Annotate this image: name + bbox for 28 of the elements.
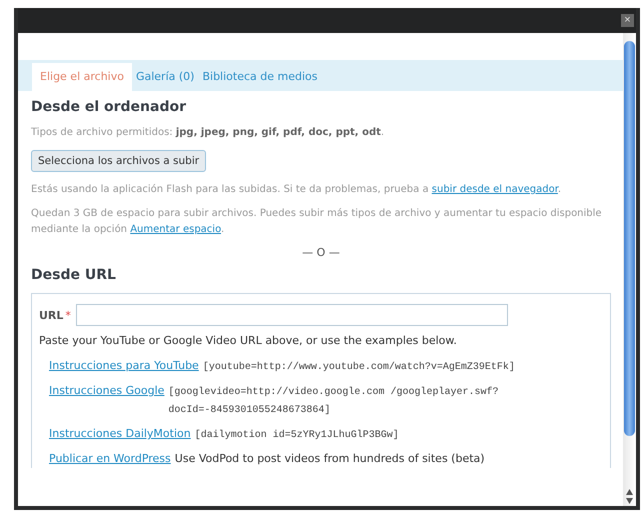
hint-text: Paste your YouTube or Google Video URL above, or use the examples below. (39, 334, 458, 347)
select-files-button[interactable]: Selecciona los archivos a subir (31, 150, 206, 172)
embed-code: [dailymotion id=5zYRy1JLhuGlP3BGw] (194, 428, 399, 443)
info-text: Estás usando la aplicación Flash para las subidas. Si te da problemas, prueba a subir desde el navegador. (31, 183, 562, 197)
scroll-up-icon[interactable] (626, 489, 633, 495)
info-text: Quedan 3 GB de espacio para subir archivos. Puedes subir más tipos de archivo y aumentar tu espacio disponible mediante la opción Aumentar espacio. (31, 207, 603, 237)
section-heading: Desde el ordenador (31, 99, 188, 115)
url-label: URL (39, 308, 64, 322)
example-link[interactable]: Publicar en WordPress (49, 450, 171, 468)
required-mark: * (65, 308, 71, 322)
embed-code: [googlevideo=http://video.google.com /googleplayer.swf?docId=-8459301055248673864] (168, 386, 500, 418)
example-link[interactable]: Instrucciones DailyMotion (49, 425, 191, 443)
section-heading: Desde URL (31, 267, 117, 283)
example-link[interactable]: Instrucciones Google (49, 382, 164, 400)
close-button[interactable]: × (621, 14, 634, 27)
text-link[interactable]: Aumentar espacio (130, 224, 222, 235)
embed-code: [youtube=http://www.youtube.com/watch?v=AgEmZ39EtFk] (202, 360, 515, 375)
text-link[interactable]: subir desde el navegador (432, 184, 558, 195)
example-note: Use VodPod to post videos from hundreds of sites (beta) (174, 451, 485, 467)
file-types-text: Tipos de archivo permitidos: jpg, jpeg, png, gif, pdf, doc, ppt, odt. (31, 126, 386, 140)
url-input-field[interactable] (76, 304, 508, 326)
tab[interactable]: Elige el archivo (32, 63, 132, 91)
separator-text: — O — (301, 246, 341, 259)
tab[interactable]: Galería (0) (132, 63, 198, 91)
scroll-down-icon[interactable] (626, 498, 633, 504)
example-link[interactable]: Instrucciones para YouTube (49, 357, 199, 375)
scrollbar[interactable] (623, 33, 636, 506)
tab[interactable]: Biblioteca de medios (198, 63, 322, 91)
